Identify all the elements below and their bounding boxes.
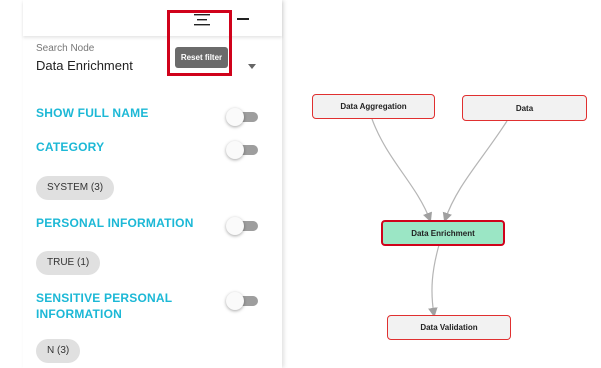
edge-data-aggregation-to-data-enrichment [371,118,432,223]
toggle-thumb [226,108,244,126]
menu-lines-icon[interactable] [194,14,210,26]
node-label: Data Aggregation [340,102,407,111]
toggle-thumb [226,217,244,235]
toggle-thumb [226,141,244,159]
chip-category-system[interactable]: SYSTEM (3) [36,176,115,200]
section-sensitive-personal-information-line2: INFORMATION [36,307,122,321]
edge-data-enrichment-to-data-validation [428,244,440,318]
node-data[interactable]: Data [462,95,587,121]
node-data-validation[interactable]: Data Validation [387,315,511,340]
node-data-enrichment[interactable]: Data Enrichment [381,220,505,246]
toggle-personal-information[interactable] [226,217,260,235]
section-sensitive-personal-information-line1: SENSITIVE PERSONAL [36,291,173,305]
section-show-full-name: SHOW FULL NAME [36,106,149,120]
toggle-thumb [226,292,244,310]
node-label: Data Enrichment [411,228,475,238]
search-node-select[interactable]: Data Enrichment [36,58,133,73]
toggle-sensitive-personal-information[interactable] [226,292,260,310]
toggle-category[interactable] [226,141,260,159]
reset-filter-button[interactable]: Reset filter [175,47,228,68]
node-label: Data Validation [420,323,478,332]
chip-personal-information-true[interactable]: TRUE (1) [36,251,101,275]
edge-data-to-data-enrichment [442,120,508,223]
node-label: Data [515,103,534,113]
minimize-icon[interactable] [237,18,249,20]
chevron-down-icon[interactable] [248,64,256,69]
node-data-aggregation[interactable]: Data Aggregation [312,94,435,119]
chip-sensitive-personal-information-n[interactable]: N (3) [36,339,81,363]
section-category: CATEGORY [36,140,105,154]
section-personal-information: PERSONAL INFORMATION [36,216,194,230]
lineage-edges [371,118,508,318]
toggle-show-full-name[interactable] [226,108,260,126]
search-node-label: Search Node [36,43,95,54]
